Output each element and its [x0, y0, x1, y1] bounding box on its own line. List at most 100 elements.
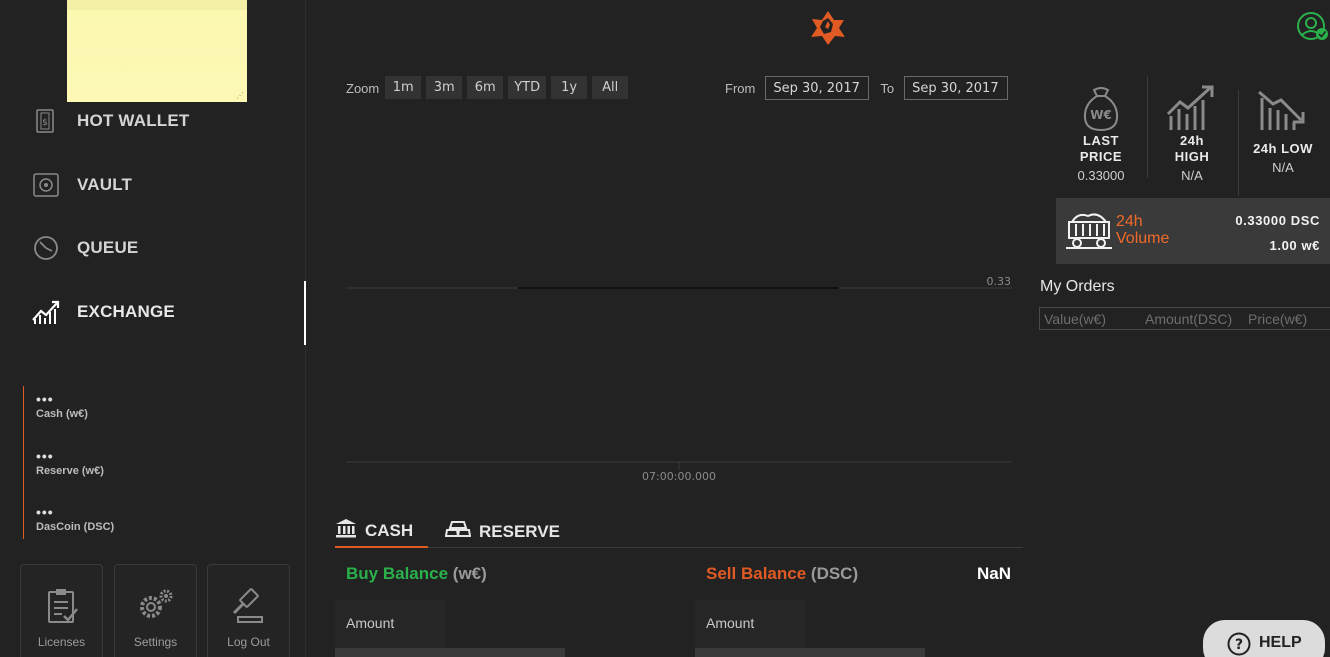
balance-value: ••• [36, 448, 54, 464]
zoom-ytd-button[interactable]: YTD [508, 76, 547, 99]
queue-icon [30, 232, 62, 264]
tab-label: RESERVE [479, 521, 560, 541]
low-value: N/A [1272, 160, 1294, 175]
price-chart-svg [346, 287, 1012, 470]
stat-title: HIGH [1174, 149, 1210, 164]
tab-label: CASH [365, 520, 414, 540]
tile-label: Licenses [37, 635, 86, 649]
volume-panel: 24h Volume 0.33000 DSC 1.00 w€ [1056, 198, 1330, 264]
balance-label: Reserve (w€) [36, 465, 104, 477]
volume-we-value: 1.00 w€ [1269, 238, 1320, 253]
orders-table-header: Value(w€) Amount(DSC) Price(w€) [1039, 307, 1330, 330]
help-label: HELP [1259, 634, 1302, 651]
date-range: From To [725, 76, 1009, 100]
buy-balance: Buy Balance (w€) [346, 564, 487, 584]
logout-button[interactable]: Log Out [207, 564, 290, 657]
balance-dascoin: ••• DasCoin (DSC) [36, 504, 115, 533]
tile-label: Settings [133, 635, 178, 649]
stat-title: 24h [1180, 133, 1204, 148]
svg-text:$: $ [42, 118, 48, 128]
low-stat: 24h LOW N/A [1238, 76, 1328, 175]
tile-label: Log Out [227, 635, 270, 649]
buy-balance-label: Buy Balance [346, 564, 449, 583]
chart-x-tick-label: 07:00:00.000 [642, 470, 716, 483]
coin-bag-icon: W€ [1056, 76, 1146, 132]
orders-col-amount[interactable]: Amount(DSC) [1145, 311, 1248, 327]
to-label: To [880, 80, 895, 96]
zoom-1y-button[interactable]: 1y [551, 76, 588, 99]
stat-title: PRICE [1079, 149, 1123, 164]
stat-title: 24h LOW [1253, 141, 1313, 156]
settings-button[interactable]: Settings [114, 564, 197, 657]
sidebar-item-label: VAULT [77, 175, 133, 194]
buy-amount-input[interactable] [335, 648, 565, 657]
orders-col-value[interactable]: Value(w€) [1044, 311, 1145, 327]
active-indicator [304, 281, 306, 345]
high-value: N/A [1181, 168, 1203, 183]
stat-title: LAST [1083, 133, 1119, 148]
resize-grip-icon[interactable]: ⋰ [236, 91, 244, 100]
exchange-chart-icon [30, 296, 62, 328]
sidebar-item-vault[interactable]: VAULT [30, 165, 306, 205]
sticky-note[interactable]: ⋰ [67, 0, 247, 102]
licenses-button[interactable]: Licenses [20, 564, 103, 657]
sidebar-item-label: EXCHANGE [77, 302, 175, 321]
svg-text:W€: W€ [1090, 108, 1112, 122]
balance-list: ••• Cash (w€) ••• Reserve (w€) ••• DasCo… [23, 386, 283, 539]
price-chart[interactable]: 0.33 07:00:00.000 [346, 270, 1012, 490]
zoom-label: Zoom [346, 81, 380, 96]
to-date-input[interactable] [904, 76, 1009, 100]
bank-icon [335, 518, 357, 543]
tab-cash[interactable]: CASH [335, 515, 428, 548]
tab-reserve[interactable]: RESERVE [444, 515, 560, 548]
licenses-icon [21, 587, 102, 625]
zoom-3m-button[interactable]: 3m [426, 76, 463, 99]
zoom-all-button[interactable]: All [592, 76, 629, 99]
volume-title-line: 24h [1116, 213, 1143, 230]
orders-col-price[interactable]: Price(w€) [1248, 311, 1307, 327]
zoom-1m-button[interactable]: 1m [385, 76, 422, 99]
sidebar-item-exchange[interactable]: EXCHANGE [30, 292, 306, 332]
balance-label: DasCoin (DSC) [36, 521, 115, 533]
volume-title-line: Volume [1116, 230, 1170, 247]
zoom-6m-button[interactable]: 6m [467, 76, 504, 99]
chart-y-tick-label: 0.33 [986, 275, 1012, 288]
trade-tabs: CASH RESERVE [335, 515, 1023, 548]
from-date-input[interactable] [765, 76, 870, 100]
sidebar-item-label: QUEUE [77, 238, 139, 257]
volume-title: 24h Volume [1116, 213, 1169, 247]
balance-value: ••• [36, 504, 54, 520]
help-button[interactable]: ? HELP [1203, 620, 1325, 657]
trend-down-icon [1238, 76, 1328, 132]
gold-bars-icon [444, 520, 472, 543]
buy-amount-label: Amount [335, 600, 445, 648]
my-orders-title: My Orders [1040, 278, 1115, 295]
volume-dsc-value: 0.33000 DSC [1235, 213, 1320, 228]
sell-balance-currency: (DSC) [810, 564, 859, 583]
buy-balance-currency: (w€) [452, 564, 487, 583]
sidebar-item-label: HOT WALLET [77, 111, 190, 130]
last-price-value: 0.33000 [1077, 168, 1125, 183]
logout-gavel-icon [208, 587, 289, 625]
sell-amount-input[interactable] [695, 648, 925, 657]
trend-up-icon [1147, 76, 1237, 132]
brand-logo-icon[interactable] [808, 10, 848, 51]
vault-icon [30, 169, 62, 201]
hot-wallet-icon: $ [30, 105, 62, 137]
high-stat: 24h HIGH N/A [1147, 76, 1237, 183]
balance-reserve: ••• Reserve (w€) [36, 448, 104, 477]
settings-gears-icon [115, 587, 196, 623]
svg-text:?: ? [1235, 637, 1243, 653]
balance-label: Cash (w€) [36, 408, 88, 420]
from-label: From [725, 80, 756, 96]
sell-balance: Sell Balance (DSC) [706, 564, 858, 584]
mine-cart-icon [1066, 210, 1112, 255]
sidebar: ⋰ $ HOT WALLET VAULT QUEUE EXCHANGE ••• … [0, 0, 306, 657]
question-circle-icon: ? [1227, 632, 1251, 657]
balance-value: ••• [36, 391, 54, 407]
sidebar-item-queue[interactable]: QUEUE [30, 228, 306, 268]
user-account-icon[interactable] [1296, 12, 1330, 49]
sidebar-item-hot-wallet[interactable]: $ HOT WALLET [30, 101, 306, 141]
zoom-controls: Zoom 1m 3m 6m YTD 1y All [346, 76, 633, 99]
last-price-stat: W€ LAST PRICE 0.33000 [1056, 76, 1146, 183]
